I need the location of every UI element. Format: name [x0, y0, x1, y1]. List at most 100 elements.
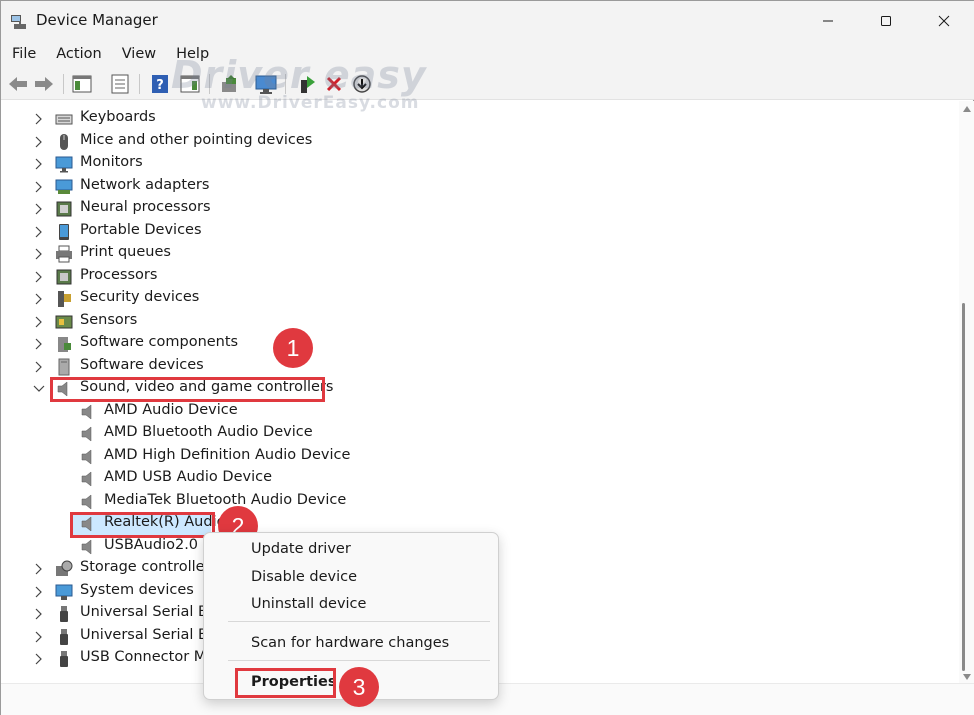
tree-item-label: AMD Bluetooth Audio Device	[104, 424, 313, 440]
svg-text:?: ?	[156, 78, 164, 93]
scroll-up-arrow-icon[interactable]	[963, 105, 971, 113]
usb-icon	[60, 606, 68, 622]
tree-item-label: Processors	[80, 266, 158, 283]
speaker-icon	[81, 426, 92, 442]
chevron-right-icon[interactable]	[31, 314, 47, 330]
tree-device-row[interactable]: AMD USB Audio Device	[1, 468, 901, 490]
step-1-badge: 1	[273, 328, 313, 368]
sensor-icon	[55, 315, 73, 328]
chevron-right-icon[interactable]	[31, 561, 47, 577]
tree-item-label: Portable Devices	[80, 221, 202, 238]
tree-item-label: USBAudio2.0	[104, 536, 199, 553]
chevron-right-icon[interactable]	[31, 156, 47, 172]
chevron-right-icon[interactable]	[31, 269, 47, 285]
menu-file[interactable]: File	[1, 41, 45, 68]
scroll-down-arrow-icon[interactable]	[963, 673, 971, 681]
show-hide-tree-button[interactable]	[71, 73, 93, 95]
tree-item-label: AMD Audio Device	[104, 401, 238, 418]
menu-item-scan-hardware[interactable]: Scan for hardware changes	[251, 635, 449, 651]
chevron-right-icon[interactable]	[31, 629, 47, 645]
tree-item-label: AMD High Definition Audio Device	[104, 446, 351, 463]
speaker-icon	[81, 448, 92, 465]
forward-arrow-icon	[35, 77, 53, 91]
title-bar[interactable]: Device Manager	[1, 1, 974, 41]
speaker-icon	[81, 403, 92, 420]
tree-category-row[interactable]: Software devices	[1, 356, 901, 378]
chevron-right-icon[interactable]	[31, 111, 47, 127]
properties-button[interactable]	[109, 73, 131, 95]
tree-item-label: AMD USB Audio Device	[104, 469, 272, 485]
chevron-right-icon[interactable]	[31, 651, 47, 667]
portable-device-icon	[59, 223, 69, 240]
highlight-realtek-audio	[70, 512, 215, 538]
chevron-right-icon[interactable]	[31, 291, 47, 307]
chevron-right-icon[interactable]	[31, 134, 47, 150]
menu-action[interactable]: Action	[45, 41, 110, 68]
chevron-right-icon[interactable]	[31, 336, 47, 352]
chevron-right-icon[interactable]	[31, 246, 47, 262]
security-key-icon	[58, 291, 71, 307]
minimize-button[interactable]	[799, 1, 857, 41]
printer-icon	[56, 245, 72, 263]
toolbar-separator	[139, 74, 140, 94]
tree-item-label: Software components	[80, 334, 239, 350]
driver-easy-watermark: Driver easy	[171, 53, 427, 97]
help-button[interactable]: ?	[149, 73, 171, 95]
tree-device-row[interactable]: MediaTek Bluetooth Audio Device	[1, 491, 901, 513]
maximize-button[interactable]	[857, 1, 915, 41]
highlight-sound-category	[50, 377, 325, 402]
device-manager-app-icon	[11, 15, 26, 29]
network-adapter-icon	[55, 179, 73, 194]
tree-category-row[interactable]: Print queues	[1, 243, 901, 265]
chevron-right-icon[interactable]	[31, 201, 47, 217]
software-device-icon	[58, 358, 70, 375]
tree-category-row[interactable]: Portable Devices	[1, 221, 901, 243]
chevron-down-icon[interactable]	[31, 381, 47, 397]
monitor-icon	[55, 156, 73, 173]
tree-item-label: Network adapters	[80, 176, 210, 193]
help-icon: ?	[152, 75, 168, 93]
menu-item-uninstall-device[interactable]: Uninstall device	[251, 596, 366, 612]
mouse-icon	[60, 133, 68, 150]
tree-device-row[interactable]: AMD Audio Device	[1, 401, 901, 423]
chevron-right-icon[interactable]	[31, 224, 47, 240]
back-button[interactable]	[7, 73, 29, 95]
menu-item-disable-device[interactable]: Disable device	[251, 569, 357, 585]
close-button[interactable]	[915, 1, 973, 41]
maximize-icon	[881, 16, 891, 26]
menu-view[interactable]: View	[111, 41, 165, 68]
tree-category-row[interactable]: Software components	[1, 333, 901, 355]
chevron-right-icon[interactable]	[31, 584, 47, 600]
scroll-thumb[interactable]	[962, 303, 965, 671]
forward-button[interactable]	[33, 73, 55, 95]
processor-icon	[56, 269, 72, 284]
tree-item-label: Storage controllers	[80, 559, 219, 575]
tree-category-row[interactable]: Monitors	[1, 153, 901, 175]
menu-bar: File Action View Help	[1, 41, 974, 68]
tree-category-row[interactable]: Keyboards	[1, 108, 901, 130]
tree-category-row[interactable]: Mice and other pointing devices	[1, 131, 901, 153]
chevron-right-icon[interactable]	[31, 179, 47, 195]
tree-device-row[interactable]: AMD Bluetooth Audio Device	[1, 423, 901, 445]
tree-item-label: Sensors	[80, 311, 138, 328]
storage-icon	[56, 560, 73, 576]
tree-item-label: Monitors	[80, 154, 143, 170]
highlight-properties	[235, 668, 336, 698]
tree-item-label: Software devices	[80, 356, 204, 373]
chevron-right-icon[interactable]	[31, 606, 47, 622]
back-arrow-icon	[9, 77, 27, 91]
keyboard-icon	[55, 114, 73, 125]
tree-category-row[interactable]: Neural processors	[1, 198, 901, 220]
show-hide-tree-icon	[72, 75, 92, 93]
chevron-right-icon[interactable]	[31, 359, 47, 375]
system-device-icon	[55, 584, 73, 600]
tree-category-row[interactable]: Sensors	[1, 311, 901, 333]
tree-category-row[interactable]: Security devices	[1, 288, 901, 310]
usb-icon	[60, 628, 68, 645]
tree-device-row[interactable]: AMD High Definition Audio Device	[1, 446, 901, 468]
tree-category-row[interactable]: Network adapters	[1, 176, 901, 198]
menu-item-update-driver[interactable]: Update driver	[251, 541, 351, 557]
menu-separator	[228, 660, 490, 661]
tree-category-row[interactable]: Processors	[1, 266, 901, 288]
software-component-icon	[58, 337, 71, 352]
